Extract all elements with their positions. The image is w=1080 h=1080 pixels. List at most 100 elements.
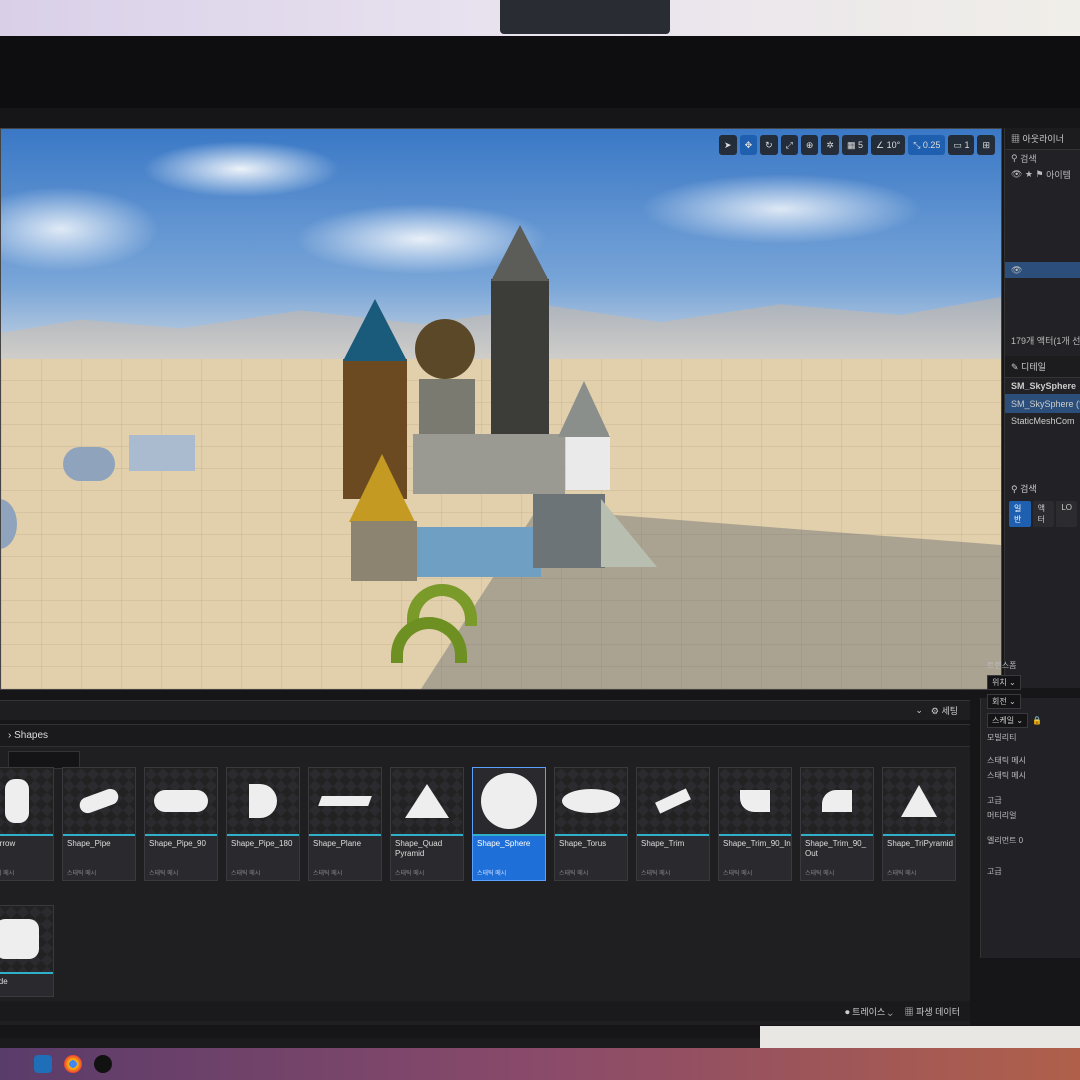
asset-type: 스태틱 메시 xyxy=(149,871,179,877)
level-viewport[interactable]: ➤ ✥ ↻ ⤢ ⊕ ✲ ▦ 5 ∠ 10° ⤡ 0.25 ▭ 1 ⊞ xyxy=(0,128,1002,690)
outliner-search[interactable]: ⚲ 검색 xyxy=(1005,150,1080,166)
surface-snap-icon[interactable]: ✲ xyxy=(821,135,839,155)
asset-tile[interactable]: Shape_Torus 스태틱 메시 xyxy=(554,767,628,881)
chrome-icon[interactable] xyxy=(64,1055,82,1073)
outliner-row[interactable] xyxy=(1005,198,1080,214)
outliner-title-text: 아웃라이너 xyxy=(1022,134,1064,144)
rock-sphere-mesh[interactable] xyxy=(415,319,475,379)
select-mode-icon[interactable]: ➤ xyxy=(719,135,737,155)
taskbar xyxy=(0,1048,1080,1080)
asset-tile[interactable]: Shape_Quad Pyramid 스태틱 메시 xyxy=(390,767,464,881)
asset-tile[interactable]: Shape_Trim_90_ Out 스태틱 메시 xyxy=(800,767,874,881)
mesh-preview xyxy=(154,790,208,812)
asset-type: 스태틱 메시 xyxy=(559,871,589,877)
outliner-row[interactable] xyxy=(1005,246,1080,262)
rotation-row: 회전 ⌄ xyxy=(981,692,1080,711)
details-search-placeholder: 검색 xyxy=(1020,484,1037,494)
content-browser-status: ⏺ 트레이스 ⌄ ▦ 파생 데이터 xyxy=(0,1001,970,1021)
asset-tile[interactable]: Shape_Plane 스태틱 메시 xyxy=(308,767,382,881)
outliner-row[interactable] xyxy=(1005,182,1080,198)
breadcrumb-folder[interactable]: Shapes xyxy=(14,730,48,741)
transform-section[interactable]: 트랜스폼 xyxy=(981,658,1080,673)
asset-type: 스태틱 메시 xyxy=(0,871,15,877)
calculator-icon[interactable] xyxy=(34,1055,52,1073)
asset-tile[interactable]: _Narrow le 스태틱 메시 xyxy=(0,767,54,881)
asset-tile[interactable]: Shape_Pipe_180 스태틱 메시 xyxy=(226,767,300,881)
details-properties: 트랜스폼 위치 ⌄ 회전 ⌄ 스케일 ⌄ 🔒 모빌리티 스태틱 메시 스태틱 메시… xyxy=(980,661,1080,958)
cube-mesh[interactable] xyxy=(129,435,195,471)
scale-snap-button[interactable]: ⤡ 0.25 xyxy=(908,135,946,155)
scale-icon[interactable]: ⤢ xyxy=(780,135,798,155)
filter-icon[interactable]: ⚲ xyxy=(1011,153,1020,164)
details-search[interactable]: ⚲ 검색 xyxy=(1005,479,1080,498)
outliner-row[interactable] xyxy=(1005,294,1080,310)
blue-slab-mesh[interactable] xyxy=(417,527,541,577)
stone-block-mesh[interactable] xyxy=(419,379,475,439)
asset-name: Shape_Plane xyxy=(313,839,362,848)
column-label: 아이템 xyxy=(1046,169,1071,180)
scale-dropdown[interactable]: 스케일 ⌄ xyxy=(987,713,1029,728)
component-selected[interactable]: SM_SkySphere (인 xyxy=(1005,394,1080,413)
rotate-icon[interactable]: ↻ xyxy=(760,135,778,155)
mesh-preview xyxy=(740,790,770,812)
mesh-preview xyxy=(901,785,937,817)
breadcrumb[interactable]: › Shapes xyxy=(0,725,970,747)
grid-icon: ▦ xyxy=(846,139,858,150)
grid-snap-button[interactable]: ▦ 5 xyxy=(841,135,868,155)
cylinder-mesh[interactable] xyxy=(63,447,115,481)
asset-tile[interactable]: _Wide xyxy=(0,905,54,997)
location-dropdown[interactable]: 위치 ⌄ xyxy=(987,675,1021,690)
outliner-row[interactable] xyxy=(1005,310,1080,326)
asset-tile[interactable]: Shape_Pipe 스태틱 메시 xyxy=(62,767,136,881)
unreal-engine-icon[interactable] xyxy=(94,1055,112,1073)
marble-block-mesh[interactable] xyxy=(351,521,417,581)
chevron-down-icon[interactable]: ⌄ xyxy=(915,705,923,716)
derived-data-button[interactable]: ▦ 파생 데이터 xyxy=(905,1005,960,1018)
settings-label: 세팅 xyxy=(941,706,958,716)
world-space-icon[interactable]: ⊕ xyxy=(800,135,819,155)
tab-lod[interactable]: LO xyxy=(1056,501,1077,527)
tab-general[interactable]: 일반 xyxy=(1009,501,1031,527)
asset-type: 스태틱 메시 xyxy=(477,871,507,877)
grid-snap-value: 5 xyxy=(857,140,863,150)
lock-icon[interactable]: 🔒 xyxy=(1032,716,1042,725)
asset-type: 스태틱 메시 xyxy=(67,871,97,877)
settings-button[interactable]: ⚙ 세팅 xyxy=(931,704,958,717)
outliner-row-selected[interactable]: 👁 xyxy=(1005,262,1080,278)
brick-block-mesh[interactable] xyxy=(533,494,605,568)
details-title-text: 디테일 xyxy=(1021,362,1046,372)
windows-block-mesh[interactable] xyxy=(413,434,565,494)
eye-icon[interactable]: 👁 xyxy=(1011,265,1022,276)
translate-icon[interactable]: ✥ xyxy=(739,135,758,155)
mesh-preview xyxy=(655,788,691,814)
layout-icon[interactable]: ⊞ xyxy=(977,135,995,155)
outliner-header: 👁 ★ ⚑ 아이템 xyxy=(1005,166,1080,182)
trace-button[interactable]: ⏺ 트레이스 ⌄ xyxy=(845,1005,893,1018)
asset-tile[interactable]: Shape_Trim 스태틱 메시 xyxy=(636,767,710,881)
asset-tile[interactable]: Shape_TriPyramid 스태틱 메시 xyxy=(882,767,956,881)
outliner-row[interactable] xyxy=(1005,214,1080,230)
materials-section[interactable]: 머티리얼 xyxy=(981,808,1080,823)
static-mesh-label: 스태틱 메시 xyxy=(987,771,1027,780)
asset-type: 스태틱 메시 xyxy=(313,871,343,877)
outliner-row[interactable] xyxy=(1005,278,1080,294)
camera-icon: ▭ xyxy=(953,139,965,150)
rotation-snap-button[interactable]: ∠ 10° xyxy=(870,135,906,155)
asset-tile-selected[interactable]: Shape_Sphere 스태틱 메시 xyxy=(472,767,546,881)
element-row: 엘리먼트 0 xyxy=(981,833,1080,848)
rotation-dropdown[interactable]: 회전 ⌄ xyxy=(987,694,1021,709)
outliner-row[interactable] xyxy=(1005,230,1080,246)
tower-cylinder-mesh[interactable] xyxy=(491,279,549,439)
advanced-row[interactable]: 고급 xyxy=(981,793,1080,808)
asset-tile[interactable]: Shape_Trim_90_In 스태틱 메시 xyxy=(718,767,792,881)
asset-type: 스태틱 메시 xyxy=(887,871,917,877)
camera-speed-button[interactable]: ▭ 1 xyxy=(948,135,975,155)
asset-name: Shape_Trim xyxy=(641,839,685,848)
asset-tile[interactable]: Shape_Pipe_90 스태틱 메시 xyxy=(144,767,218,881)
tab-actor[interactable]: 액터 xyxy=(1032,501,1055,527)
white-cylinder-mesh[interactable] xyxy=(566,434,610,490)
scale-snap-icon: ⤡ xyxy=(913,139,923,150)
advanced-row-2[interactable]: 고급 xyxy=(981,864,1080,879)
static-mesh-section[interactable]: 스태틱 메시 xyxy=(981,753,1080,768)
component-child[interactable]: StaticMeshCom xyxy=(1005,413,1080,429)
